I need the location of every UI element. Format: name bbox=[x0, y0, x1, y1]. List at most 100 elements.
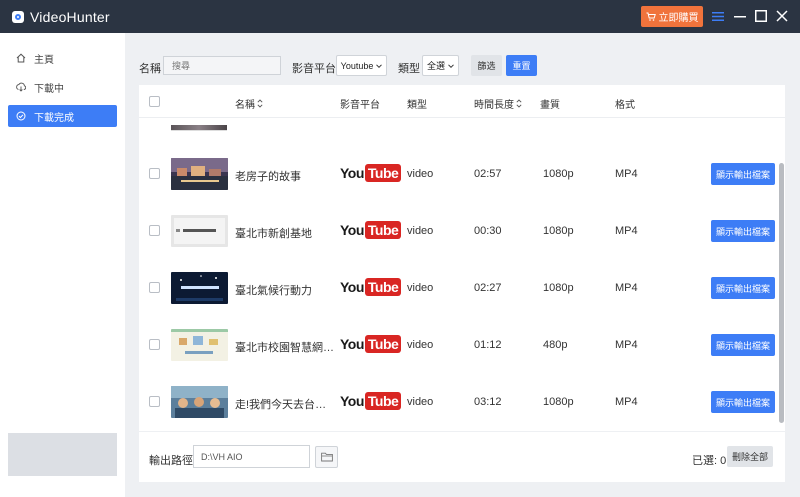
video-quality: 1080p bbox=[543, 396, 574, 408]
buy-button-label: 立即購買 bbox=[658, 13, 699, 24]
app-logo-icon bbox=[12, 10, 24, 23]
youtube-logo-icon: You Tube bbox=[340, 277, 402, 297]
sidebar-item-label: 主頁 bbox=[34, 54, 54, 66]
type-select-value: 全選 bbox=[426, 61, 445, 71]
table-row: 老房子的故事 You Tube video 02:57 1080p MP4 顯示輸… bbox=[139, 149, 777, 206]
browse-folder-button[interactable] bbox=[315, 446, 338, 468]
type-filter-label: 類型 bbox=[398, 63, 420, 75]
output-path-input[interactable] bbox=[193, 445, 310, 468]
download-icon bbox=[16, 82, 26, 92]
sidebar-item-label: 下載中 bbox=[34, 83, 64, 95]
row-checkbox[interactable] bbox=[149, 396, 160, 407]
check-circle-icon bbox=[16, 111, 26, 121]
video-format: MP4 bbox=[615, 168, 638, 180]
table-scrollbar[interactable] bbox=[779, 163, 784, 423]
platform-filter-label: 影音平台 bbox=[292, 63, 336, 75]
video-title: 老房子的故事 bbox=[235, 171, 301, 183]
video-duration: 01:12 bbox=[474, 339, 502, 351]
video-duration: 02:27 bbox=[474, 282, 502, 294]
header-duration-label: 時間長度 bbox=[474, 100, 514, 111]
video-format: MP4 bbox=[615, 396, 638, 408]
youtube-logo-icon: You Tube bbox=[340, 220, 402, 240]
video-format: MP4 bbox=[615, 339, 638, 351]
row-checkbox[interactable] bbox=[149, 282, 160, 293]
filter-button[interactable]: 篩选 bbox=[471, 55, 502, 76]
video-thumbnail bbox=[171, 158, 228, 190]
cart-icon bbox=[646, 12, 656, 21]
download-table: 名稱 影音平台 類型 時間長度 畫質 格式 老房子的故事 You Tube vid… bbox=[139, 85, 785, 431]
output-bar: 輸出路徑 已選: 0 刪除全部 bbox=[139, 432, 785, 482]
youtube-logo-icon: You Tube bbox=[340, 163, 402, 183]
video-title: 臺北市校園智慧網絡... bbox=[235, 342, 335, 354]
folder-icon bbox=[320, 452, 333, 462]
sidebar-item-label: 下載完成 bbox=[34, 112, 74, 124]
type-select[interactable]: 全選 bbox=[422, 55, 459, 76]
video-quality: 480p bbox=[543, 339, 568, 351]
header-type-label: 類型 bbox=[407, 100, 427, 111]
platform-select-value: Youtube bbox=[340, 60, 374, 71]
search-input[interactable] bbox=[163, 56, 281, 75]
video-format: MP4 bbox=[615, 225, 638, 237]
table-row: 臺北市新創基地 You Tube video 00:30 1080p MP4 顯示… bbox=[139, 206, 777, 263]
video-thumbnail bbox=[171, 386, 228, 418]
video-type: video bbox=[407, 168, 434, 180]
minimize-icon[interactable] bbox=[733, 9, 747, 23]
video-thumbnail bbox=[171, 215, 228, 247]
buy-button[interactable]: 立即購買 bbox=[641, 6, 703, 27]
show-output-file-button[interactable]: 顯示輸出檔案 bbox=[711, 334, 775, 356]
header-platform: 影音平台 bbox=[340, 96, 380, 111]
sort-icon bbox=[257, 99, 263, 108]
video-format: MP4 bbox=[615, 282, 638, 294]
video-duration: 03:12 bbox=[474, 396, 502, 408]
video-title: 臺北市新創基地 bbox=[235, 228, 312, 240]
sidebar-item-downloading[interactable]: 下載中 bbox=[8, 76, 117, 98]
header-format: 格式 bbox=[615, 96, 635, 111]
table-row: 臺北市校園智慧網絡... You Tube video 01:12 480p MP… bbox=[139, 320, 777, 377]
video-quality: 1080p bbox=[543, 225, 574, 237]
show-output-file-button[interactable]: 顯示輸出檔案 bbox=[711, 163, 775, 185]
video-title: 走!我們今天去台北... bbox=[235, 399, 335, 411]
header-platform-label: 影音平台 bbox=[340, 100, 380, 111]
video-quality: 1080p bbox=[543, 282, 574, 294]
maximize-icon[interactable] bbox=[754, 9, 768, 23]
video-type: video bbox=[407, 396, 434, 408]
menu-icon[interactable] bbox=[711, 9, 725, 23]
row-checkbox[interactable] bbox=[149, 168, 160, 179]
youtube-logo-icon: You Tube bbox=[340, 334, 402, 354]
sidebar: 主頁 下載中 下載完成 bbox=[0, 33, 125, 497]
header-name[interactable]: 名稱 bbox=[235, 96, 263, 111]
select-all-checkbox[interactable] bbox=[149, 96, 160, 107]
header-quality-label: 畫質 bbox=[540, 100, 560, 111]
close-icon[interactable] bbox=[775, 9, 789, 23]
video-duration: 00:30 bbox=[474, 225, 502, 237]
video-type: video bbox=[407, 282, 434, 294]
video-thumbnail bbox=[171, 272, 228, 304]
show-output-file-button[interactable]: 顯示輸出檔案 bbox=[711, 391, 775, 413]
sort-icon bbox=[516, 99, 522, 108]
header-name-label: 名稱 bbox=[235, 100, 255, 111]
platform-select[interactable]: Youtube bbox=[336, 55, 387, 76]
video-type: video bbox=[407, 339, 434, 351]
selected-count: 已選: 0 bbox=[692, 455, 727, 467]
header-quality: 畫質 bbox=[540, 96, 560, 111]
video-type: video bbox=[407, 225, 434, 237]
video-duration: 02:57 bbox=[474, 168, 502, 180]
header-format-label: 格式 bbox=[615, 100, 635, 111]
header-duration[interactable]: 時間長度 bbox=[474, 96, 522, 111]
output-path-label: 輸出路徑 bbox=[149, 455, 193, 467]
name-filter-label: 名稱 bbox=[139, 63, 161, 75]
table-header: 名稱 影音平台 類型 時間長度 畫質 格式 bbox=[139, 85, 785, 118]
chevron-down-icon bbox=[376, 63, 383, 68]
show-output-file-button[interactable]: 顯示輸出檔案 bbox=[711, 220, 775, 242]
row-checkbox[interactable] bbox=[149, 339, 160, 350]
delete-all-button[interactable]: 刪除全部 bbox=[727, 446, 773, 467]
row-checkbox[interactable] bbox=[149, 225, 160, 236]
video-thumbnail bbox=[171, 329, 228, 361]
video-title: 臺北氣候行動力 bbox=[235, 285, 312, 297]
app-title: VideoHunter bbox=[30, 8, 110, 25]
reset-button[interactable]: 重置 bbox=[506, 55, 537, 76]
sidebar-item-home[interactable]: 主頁 bbox=[8, 47, 117, 69]
sidebar-item-completed[interactable]: 下載完成 bbox=[8, 105, 117, 127]
show-output-file-button[interactable]: 顯示輸出檔案 bbox=[711, 277, 775, 299]
title-bar: VideoHunter 立即購買 bbox=[0, 0, 800, 33]
